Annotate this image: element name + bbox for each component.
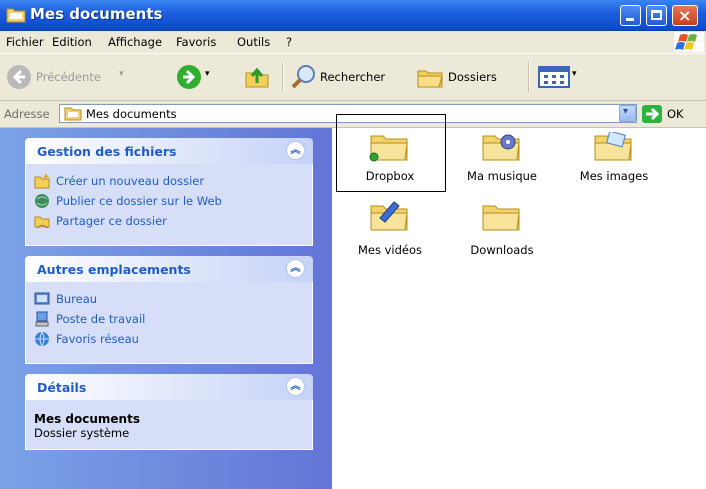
file-name: Ma musique (467, 169, 537, 183)
folders-button[interactable]: Dossiers (416, 54, 526, 100)
file-name: Mes images (579, 169, 649, 183)
file-tasks-body: Créer un nouveau dossier Publier ce doss… (25, 164, 313, 246)
back-label: Précédente (36, 70, 101, 84)
go-button[interactable] (642, 105, 662, 123)
folder-content: Dropbox Ma musique Mes images Mes vidéos… (332, 114, 706, 489)
file-item[interactable]: Ma musique (452, 132, 552, 188)
task-label: Partager ce dossier (56, 214, 167, 228)
publish-web-icon (35, 194, 49, 208)
place-label: Favoris réseau (56, 332, 139, 346)
go-label[interactable]: OK (667, 107, 684, 121)
details-header[interactable]: Détails ︽ (25, 374, 313, 400)
search-icon (291, 65, 315, 89)
close-icon: × (678, 6, 692, 25)
menu-help[interactable]: ? (286, 35, 292, 49)
other-places-header[interactable]: Autres emplacements ︽ (25, 256, 313, 282)
pictures-folder-icon (594, 132, 632, 161)
views-dropdown-icon[interactable]: ▾ (572, 69, 577, 79)
other-places-body: Bureau Poste de travail Favoris réseau (25, 282, 313, 364)
task-label: Créer un nouveau dossier (56, 174, 205, 188)
chevron-down-icon: ▾ (623, 106, 629, 117)
forward-button[interactable]: ▾ (176, 54, 212, 100)
up-folder-icon (245, 67, 269, 88)
toolbar-separator (528, 62, 530, 92)
file-name: Downloads (470, 243, 534, 257)
folders-label: Dossiers (448, 70, 497, 84)
maximize-icon (651, 10, 662, 20)
toolbar-separator (282, 62, 284, 92)
music-folder-icon (482, 134, 520, 161)
go-arrow-icon (646, 107, 660, 121)
desktop-icon (34, 292, 50, 305)
new-folder-icon (34, 174, 50, 189)
back-button[interactable]: Précédente ▾ (4, 54, 154, 100)
folder-icon (64, 107, 82, 121)
views-button[interactable]: ▾ (538, 54, 582, 100)
videos-folder-icon (370, 201, 408, 231)
address-label: Adresse (4, 107, 50, 121)
details-title: Détails (37, 380, 87, 395)
menu-outils[interactable]: Outils (237, 35, 270, 49)
menu-affichage[interactable]: Affichage (108, 35, 162, 49)
file-tasks-panel: Gestion des fichiers ︽ Créer un nouveau … (25, 138, 313, 248)
file-item[interactable]: Mes vidéos (340, 200, 440, 257)
details-panel: Détails ︽ Mes documents Dossier système (25, 374, 313, 450)
file-item[interactable]: Downloads (452, 200, 552, 257)
toolbar: Précédente ▾ ▾ Rechercher Dossiers ▾ (0, 54, 706, 101)
place-label: Poste de travail (56, 312, 146, 326)
other-places-panel: Autres emplacements ︽ Bureau Poste de tr… (25, 256, 313, 364)
menu-bar: Fichier Edition Affichage Favoris Outils… (0, 31, 706, 54)
windows-logo-icon (674, 32, 704, 52)
menu-edition[interactable]: Edition (52, 35, 92, 49)
menu-favoris[interactable]: Favoris (176, 35, 216, 49)
file-name: Dropbox (365, 169, 415, 183)
views-icon (538, 66, 570, 88)
forward-arrow-icon (177, 65, 201, 89)
close-button[interactable]: × (672, 5, 698, 26)
menu-fichier[interactable]: Fichier (6, 35, 44, 49)
share-folder-icon (34, 216, 50, 229)
folder-icon (482, 205, 520, 231)
folders-icon (417, 70, 443, 88)
other-places-title: Autres emplacements (37, 262, 191, 277)
search-label: Rechercher (320, 70, 386, 84)
address-value: Mes documents (86, 107, 177, 121)
file-item[interactable]: Mes images (564, 132, 664, 188)
place-label: Bureau (56, 292, 98, 306)
file-tasks-header[interactable]: Gestion des fichiers ︽ (25, 138, 313, 164)
details-name: Mes documents (34, 412, 140, 426)
file-tasks-title: Gestion des fichiers (37, 144, 177, 159)
address-dropdown-button[interactable]: ▾ (619, 105, 636, 122)
computer-icon (35, 311, 49, 327)
dropbox-folder-icon (369, 135, 408, 162)
task-pane: Gestion des fichiers ︽ Créer un nouveau … (0, 128, 332, 489)
file-item[interactable]: Dropbox (340, 132, 440, 188)
details-body: Mes documents Dossier système (25, 400, 313, 450)
task-label: Publier ce dossier sur le Web (56, 194, 222, 208)
file-name: Mes vidéos (357, 243, 423, 257)
window-title: Mes documents (30, 5, 163, 23)
back-arrow-icon (7, 65, 31, 89)
minimize-button[interactable] (620, 5, 641, 26)
forward-dropdown-icon[interactable]: ▾ (205, 69, 210, 79)
explorer-window: Mes documents × Fichier Edition Affichag… (0, 0, 706, 489)
up-folder-button[interactable] (244, 54, 274, 100)
maximize-button[interactable] (646, 5, 667, 26)
folder-icon (6, 8, 26, 23)
minimize-icon (626, 18, 634, 21)
back-dropdown-icon[interactable]: ▾ (119, 69, 124, 79)
collapse-icon[interactable]: ︽ (286, 377, 305, 396)
collapse-icon[interactable]: ︽ (286, 141, 305, 160)
search-button[interactable]: Rechercher (290, 54, 402, 100)
collapse-icon[interactable]: ︽ (286, 259, 305, 278)
title-bar[interactable]: Mes documents × (0, 0, 706, 31)
details-type: Dossier système (34, 426, 130, 440)
network-icon (35, 331, 49, 347)
